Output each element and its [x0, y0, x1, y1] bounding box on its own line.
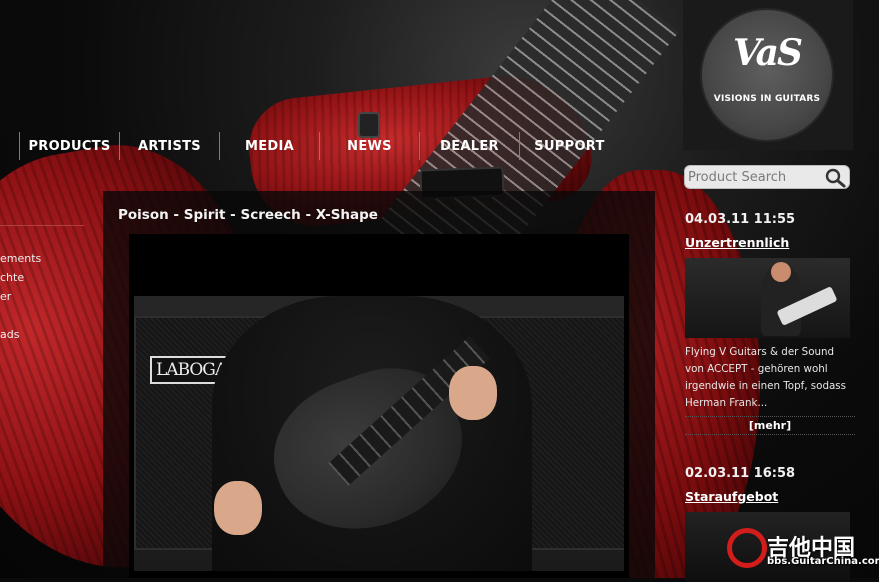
main-nav: PRODUCTS ARTISTS MEDIA NEWS DEALER SUPPO…: [0, 132, 619, 160]
watermark-logo-icon: [727, 528, 767, 568]
brand-logo[interactable]: VaS VISIONS IN GUITARS: [702, 10, 832, 140]
news-image[interactable]: [685, 258, 850, 338]
watermark: 吉他中国 bbs.GuitarChina.com: [727, 528, 879, 576]
nav-item-dealer[interactable]: DEALER: [419, 132, 519, 160]
news-more-link[interactable]: [mehr]: [685, 416, 855, 435]
nav-item-artists[interactable]: ARTISTS: [119, 132, 219, 160]
left-sidebar-link[interactable]: ements: [0, 249, 100, 268]
news-excerpt: Flying V Guitars & der Sound von ACCEPT …: [685, 346, 847, 409]
news-image-head: [771, 262, 791, 282]
nav-item-news[interactable]: NEWS: [319, 132, 419, 160]
news-date: 04.03.11 11:55: [685, 212, 796, 227]
hand-right: [449, 366, 497, 420]
nav-item-media[interactable]: MEDIA: [219, 132, 319, 160]
news-item: 04.03.11 11:55 Unzertrennlich Flying V G…: [685, 212, 855, 435]
video-frame-image[interactable]: LABOGA: [134, 296, 624, 571]
logo-mark: VaS: [733, 32, 803, 74]
nav-item-products[interactable]: PRODUCTS: [19, 132, 119, 160]
news-date: 02.03.11 16:58: [685, 466, 796, 481]
watermark-url: bbs.GuitarChina.com: [767, 556, 879, 567]
main-content-panel: Poison - Spirit - Screech - X-Shape LABO…: [103, 191, 655, 578]
left-sidebar-link[interactable]: chte: [0, 268, 100, 287]
news-title-link[interactable]: Staraufgebot: [685, 489, 855, 504]
nav-item-support[interactable]: SUPPORT: [519, 132, 619, 160]
hand-left: [214, 481, 262, 535]
search-input[interactable]: [687, 168, 818, 186]
news-title-link[interactable]: Unzertrennlich: [685, 235, 855, 250]
logo-text: VISIONS IN GUITARS: [713, 94, 821, 104]
left-sidebar-link[interactable]: ads: [0, 325, 100, 344]
left-sidebar: ements chte er ads: [0, 249, 100, 344]
search-icon[interactable]: [823, 168, 849, 188]
left-sidebar-link[interactable]: er: [0, 287, 100, 306]
brand-logo-box[interactable]: VaS VISIONS IN GUITARS: [683, 0, 853, 150]
product-search-box: [684, 165, 850, 189]
page-title: Poison - Spirit - Screech - X-Shape: [118, 207, 378, 223]
left-sidebar-divider: [0, 225, 84, 226]
